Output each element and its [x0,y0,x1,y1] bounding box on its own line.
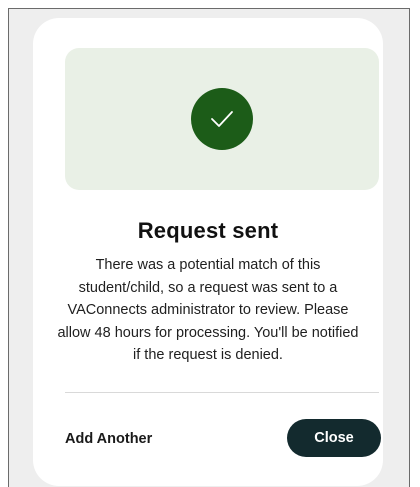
add-another-button[interactable]: Add Another [65,431,152,447]
check-icon [211,111,233,127]
dialog-title: Request sent [137,218,279,243]
divider [65,392,379,393]
dialog-message: There was a potential match of this stud… [57,257,359,363]
success-check-icon [191,88,253,150]
request-sent-dialog: Request sent There was a potential match… [33,18,383,486]
success-banner [65,48,379,190]
close-button[interactable]: Close [287,419,381,457]
